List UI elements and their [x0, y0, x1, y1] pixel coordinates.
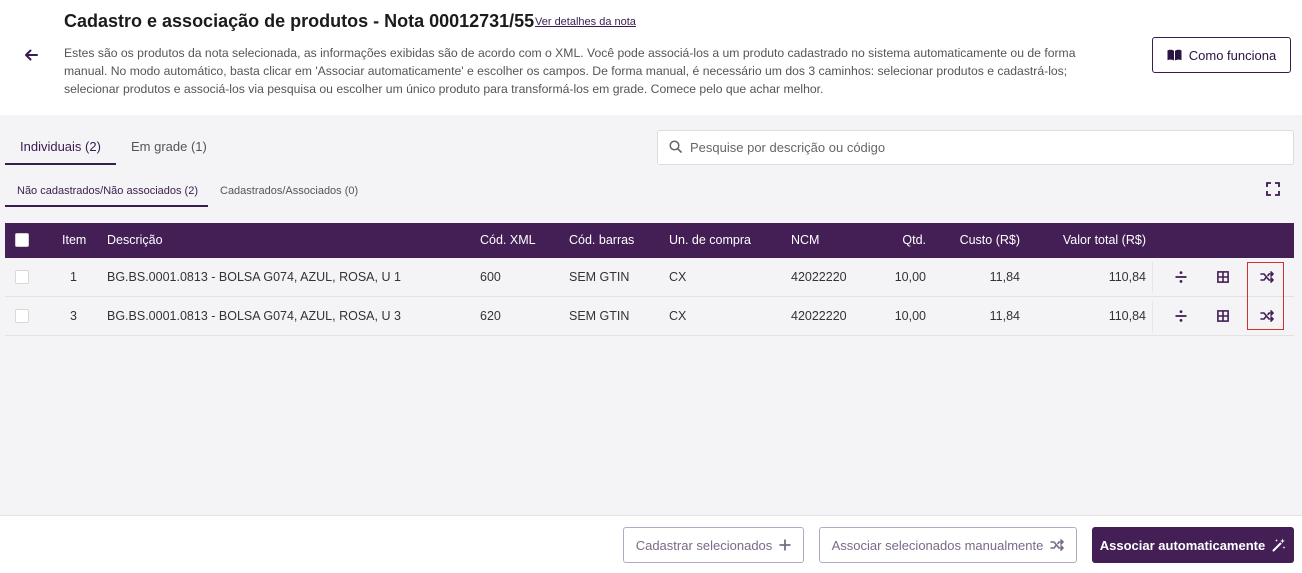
divide-icon: [1175, 271, 1186, 283]
plus-icon: [779, 539, 791, 551]
subtab-nao-cadastrados[interactable]: Não cadastrados/Não associados (2): [17, 185, 198, 197]
cell-un-compra: CX: [669, 270, 687, 284]
cell-qtd: 10,00: [894, 270, 926, 284]
tab-individuais[interactable]: Individuais (2): [20, 139, 101, 154]
cell-valor-total: 110,84: [1108, 309, 1146, 323]
associate-button[interactable]: [1239, 258, 1294, 296]
how-it-works-label: Como funciona: [1188, 47, 1277, 63]
cell-un-compra: CX: [669, 309, 687, 323]
back-button[interactable]: [20, 44, 42, 66]
row-checkbox[interactable]: [15, 309, 29, 323]
col-un-compra: Un. de compra: [669, 233, 751, 247]
associate-manually-label: Associar selecionados manualmente: [831, 537, 1044, 553]
shuffle-icon: [1259, 310, 1274, 322]
cell-ncm: 42022220: [791, 270, 847, 284]
row-checkbox[interactable]: [15, 270, 29, 284]
cell-item: 1: [70, 270, 77, 284]
expand-icon[interactable]: [1266, 182, 1280, 196]
register-selected-button[interactable]: Cadastrar selecionados: [623, 527, 804, 563]
cell-cod-barras: SEM GTIN: [569, 270, 630, 284]
divide-icon: [1175, 310, 1186, 322]
col-item: Item: [62, 233, 87, 247]
search-input[interactable]: [690, 131, 1280, 164]
active-subtab-indicator: [5, 205, 208, 207]
col-descricao: Descrição: [107, 233, 163, 247]
table-row: 3 BG.BS.0001.0813 - BOLSA G074, AZUL, RO…: [5, 297, 1294, 336]
book-icon: [1167, 49, 1182, 61]
register-selected-label: Cadastrar selecionados: [635, 537, 773, 553]
cell-qtd: 10,00: [894, 309, 926, 323]
table-row: 1 BG.BS.0001.0813 - BOLSA G074, AZUL, RO…: [5, 258, 1294, 297]
intro-line: selecionar produtos e associá-los via pe…: [64, 82, 824, 97]
associate-manually-button[interactable]: Associar selecionados manualmente: [819, 527, 1077, 563]
col-ncm: NCM: [791, 233, 820, 247]
grid-icon: [1216, 271, 1229, 283]
how-it-works-button[interactable]: Como funciona: [1152, 37, 1291, 73]
cell-item: 3: [70, 309, 77, 323]
intro-line: Estes são os produtos da nota selecionad…: [64, 46, 1076, 60]
col-cod-xml: Cód. XML: [480, 233, 536, 247]
page-header: Cadastro e associação de produtos - Nota…: [0, 0, 1302, 115]
cell-custo: 11,84: [989, 270, 1020, 284]
grid-icon: [1216, 310, 1229, 322]
intro-line: manual. No modo automático, basta clicar…: [64, 64, 1068, 79]
associate-button[interactable]: [1239, 297, 1294, 335]
col-qtd: Qtd.: [902, 233, 926, 247]
col-cod-barras: Cód. barras: [569, 233, 635, 247]
cell-descricao: BG.BS.0001.0813 - BOLSA G074, AZUL, ROSA…: [107, 309, 401, 323]
cell-custo: 11,84: [989, 309, 1020, 323]
cell-descricao: BG.BS.0001.0813 - BOLSA G074, AZUL, ROSA…: [107, 270, 401, 284]
magic-wand-icon: [1272, 538, 1286, 552]
cell-ncm: 42022220: [791, 309, 847, 323]
col-custo: Custo (R$): [959, 233, 1020, 247]
associate-automatically-label: Associar automaticamente: [1099, 537, 1266, 553]
page-title: Cadastro e associação de produtos - Nota…: [64, 11, 535, 31]
tab-em-grade[interactable]: Em grade (1): [131, 139, 207, 154]
subtab-cadastrados[interactable]: Cadastrados/Associados (0): [220, 185, 358, 197]
cell-cod-xml: 600: [480, 270, 501, 284]
cell-valor-total: 110,84: [1108, 270, 1146, 284]
select-all-checkbox[interactable]: [15, 233, 29, 247]
cell-cod-barras: SEM GTIN: [569, 309, 630, 323]
col-valor-total: Valor total (R$): [1062, 233, 1146, 247]
active-tab-indicator: [5, 163, 116, 165]
intro-text: Estes são os produtos da nota selecionad…: [64, 44, 1134, 99]
search-icon: [669, 140, 682, 153]
associate-automatically-button[interactable]: Associar automaticamente: [1092, 527, 1294, 563]
shuffle-icon: [1050, 539, 1065, 551]
view-note-details-link[interactable]: Ver detalhes da nota: [535, 16, 636, 28]
search-box: [657, 130, 1294, 165]
cell-cod-xml: 620: [480, 309, 501, 323]
table-header: Item Descrição Cód. XML Cód. barras Un. …: [5, 223, 1294, 258]
back-arrow-icon: [25, 49, 38, 61]
shuffle-icon: [1259, 271, 1274, 283]
